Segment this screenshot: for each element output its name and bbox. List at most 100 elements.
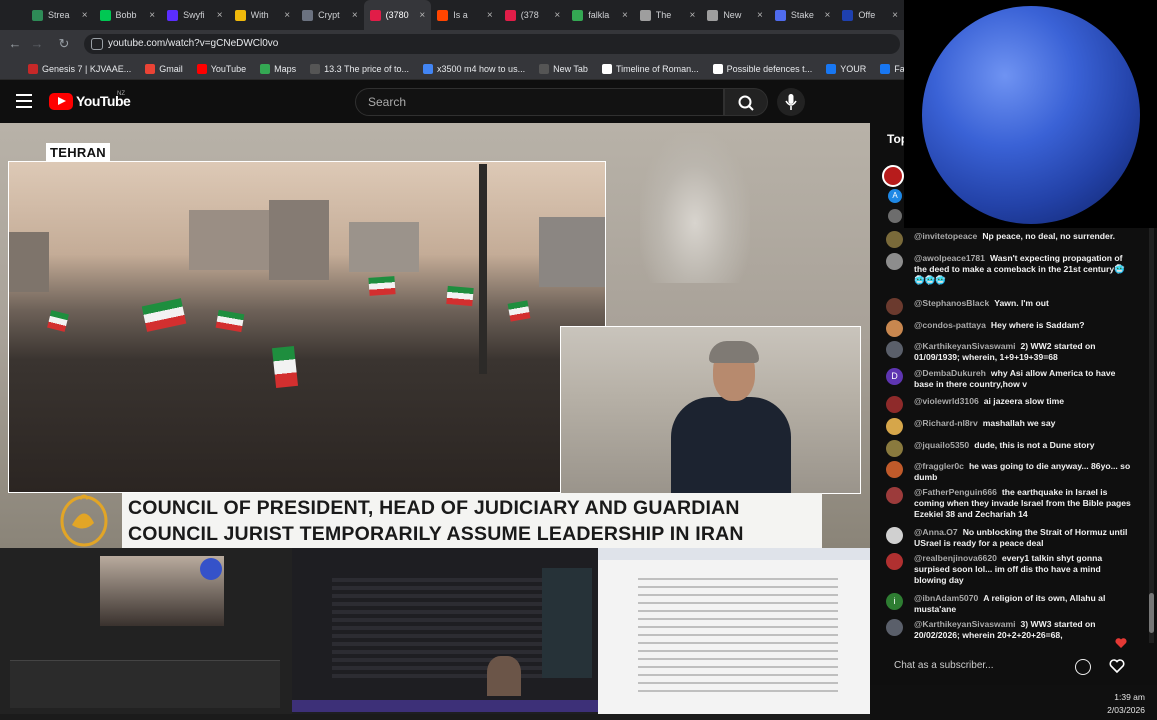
reload-icon[interactable]: ↻ <box>55 35 73 53</box>
chat-author[interactable]: @invitetopeace <box>914 231 977 241</box>
chat-avatar[interactable] <box>886 418 903 435</box>
chat-author[interactable]: @Anna.O7 <box>914 527 958 537</box>
youtube-logo-icon[interactable] <box>49 93 73 110</box>
bookmark-item[interactable]: Facebook green <box>880 63 904 74</box>
tab-close-icon[interactable]: × <box>554 10 560 21</box>
chat-message[interactable]: @KarthikeyanSivaswami 3) WW3 started on 2… <box>886 619 1134 641</box>
browser-tab[interactable]: Bobb × <box>94 0 162 30</box>
chat-message[interactable]: @fraggler0c he was going to die anyway...… <box>886 461 1134 483</box>
heart-icon[interactable] <box>1108 657 1126 675</box>
tab-close-icon[interactable]: × <box>419 10 425 21</box>
thumbnail-document[interactable] <box>598 548 870 714</box>
bookmark-item[interactable]: New Tab <box>539 63 588 74</box>
chat-avatar[interactable]: D <box>886 368 903 385</box>
chat-author[interactable]: @StephanosBlack <box>914 298 989 308</box>
chat-avatar[interactable] <box>886 487 903 504</box>
chat-author[interactable]: @FatherPenguin666 <box>914 487 997 497</box>
chat-avatar[interactable] <box>886 527 903 544</box>
search-input[interactable]: Search <box>355 88 724 116</box>
chat-author[interactable]: @fraggler0c <box>914 461 964 471</box>
bookmark-item[interactable]: Maps <box>260 63 296 74</box>
chat-avatar[interactable] <box>886 341 903 358</box>
chat-avatar[interactable] <box>886 396 903 413</box>
tab-close-icon[interactable]: × <box>352 10 358 21</box>
chat-message[interactable]: @condos-pattaya Hey where is Saddam? <box>886 320 1134 337</box>
browser-tab[interactable]: With × <box>229 0 297 30</box>
browser-tab[interactable]: New × <box>701 0 769 30</box>
browser-tab[interactable]: Crypt × <box>296 0 364 30</box>
chat-message[interactable]: @KarthikeyanSivaswami 2) WW2 started on 0… <box>886 341 1134 363</box>
chat-author[interactable]: @condos-pattaya <box>914 320 986 330</box>
chat-message[interactable]: @jquailo5350 dude, this is not a Dune sto… <box>886 440 1134 457</box>
tab-close-icon[interactable]: × <box>487 10 493 21</box>
chat-avatar[interactable] <box>886 253 903 270</box>
chat-author[interactable]: @KarthikeyanSivaswami <box>914 341 1016 351</box>
address-bar[interactable]: youtube.com/watch?v=gCNeDWCl0vo <box>84 34 900 54</box>
chat-author[interactable]: @ibnAdam5070 <box>914 593 978 603</box>
tab-close-icon[interactable]: × <box>284 10 290 21</box>
browser-tab[interactable]: The × <box>634 0 702 30</box>
chat-message[interactable]: @FatherPenguin666 the earthquake in Israe… <box>886 487 1134 520</box>
chat-message[interactable]: @Anna.O7 No unblocking the Strait of Horm… <box>886 527 1134 549</box>
tab-close-icon[interactable]: × <box>757 10 763 21</box>
chat-message[interactable]: @invitetopeace Np peace, no deal, no surr… <box>886 231 1134 248</box>
tab-close-icon[interactable]: × <box>892 10 898 21</box>
bookmark-item[interactable]: Genesis 7 | KJVAAE... <box>28 63 131 74</box>
browser-tab[interactable]: Is a × <box>431 0 499 30</box>
browser-tab[interactable]: Offe × <box>836 0 904 30</box>
forward-arrow-icon[interactable]: → <box>28 35 46 53</box>
bookmark-item[interactable]: x3500 m4 how to us... <box>423 63 525 74</box>
bookmark-item[interactable]: YouTube <box>196 63 246 74</box>
chat-avatar[interactable] <box>886 298 903 315</box>
back-arrow-icon[interactable]: ← <box>6 35 24 53</box>
tab-close-icon[interactable]: × <box>622 10 628 21</box>
browser-tab[interactable]: (378 × <box>499 0 567 30</box>
thumbnail-code-editor[interactable] <box>292 548 598 714</box>
chat-avatar[interactable] <box>886 461 903 478</box>
thumbnail-obs[interactable] <box>0 548 292 714</box>
chat-scrollbar-thumb[interactable] <box>1149 593 1154 633</box>
video-player[interactable]: TEHRAN COUNCIL OF PRESIDENT, HEAD OF JUD… <box>0 123 870 548</box>
chat-message[interactable]: @Richard-nl8rv mashallah we say <box>886 418 1134 435</box>
chat-avatar[interactable]: i <box>886 593 903 610</box>
bookmark-item[interactable]: Timeline of Roman... <box>601 63 699 74</box>
chat-message[interactable]: @StephanosBlack Yawn. I'm out <box>886 298 1134 315</box>
bookmark-item[interactable]: Gmail <box>145 63 183 74</box>
tab-close-icon[interactable]: × <box>689 10 695 21</box>
bookmark-item[interactable]: 13.3 The price of to... <box>310 63 409 74</box>
browser-tab[interactable]: Stake × <box>769 0 837 30</box>
tab-close-icon[interactable]: × <box>825 10 831 21</box>
chat-message[interactable]: @violewrld3106 ai jazeera slow time <box>886 396 1134 413</box>
chat-avatar[interactable] <box>886 440 903 457</box>
chat-message[interactable]: i @ibnAdam5070 A religion of its own, Alla… <box>886 593 1134 615</box>
chat-avatar[interactable] <box>886 320 903 337</box>
browser-tab[interactable]: falkla × <box>566 0 634 30</box>
pinned-avatar[interactable] <box>882 165 904 187</box>
chat-message[interactable]: @realbenjinova6620 every1 talkin shyt gon… <box>886 553 1134 586</box>
chat-message[interactable]: @awolpeace1781 Wasn't expecting propagati… <box>886 253 1134 286</box>
search-button[interactable] <box>724 88 768 116</box>
tab-close-icon[interactable]: × <box>82 10 88 21</box>
voice-search-button[interactable] <box>777 88 805 116</box>
system-clock[interactable]: 1:39 am 2/03/2026 <box>1107 691 1145 717</box>
chat-avatar[interactable] <box>886 619 903 636</box>
chat-scrollbar[interactable] <box>1149 223 1154 643</box>
chat-author[interactable]: @realbenjinova6620 <box>914 553 997 563</box>
chat-author[interactable]: @DembaDukureh <box>914 368 986 378</box>
chat-author[interactable]: @KarthikeyanSivaswami <box>914 619 1016 629</box>
browser-tab[interactable]: Swyfi × <box>161 0 229 30</box>
site-settings-icon[interactable] <box>91 38 103 50</box>
chat-author[interactable]: @jquailo5350 <box>914 440 969 450</box>
chat-author[interactable]: @Richard-nl8rv <box>914 418 978 428</box>
tab-close-icon[interactable]: × <box>217 10 223 21</box>
hamburger-menu-icon[interactable] <box>16 94 32 108</box>
browser-tab[interactable]: (3780 × <box>363 0 432 30</box>
chat-avatar[interactable] <box>886 553 903 570</box>
chat-message[interactable]: D @DembaDukureh why Asi allow America to h… <box>886 368 1134 390</box>
bookmark-item[interactable]: YOUR <box>826 63 866 74</box>
browser-tab[interactable]: Strea × <box>26 0 94 30</box>
bookmark-item[interactable]: Possible defences t... <box>712 63 812 74</box>
emoji-icon[interactable] <box>1075 659 1091 675</box>
chat-avatar[interactable] <box>886 231 903 248</box>
tab-close-icon[interactable]: × <box>149 10 155 21</box>
